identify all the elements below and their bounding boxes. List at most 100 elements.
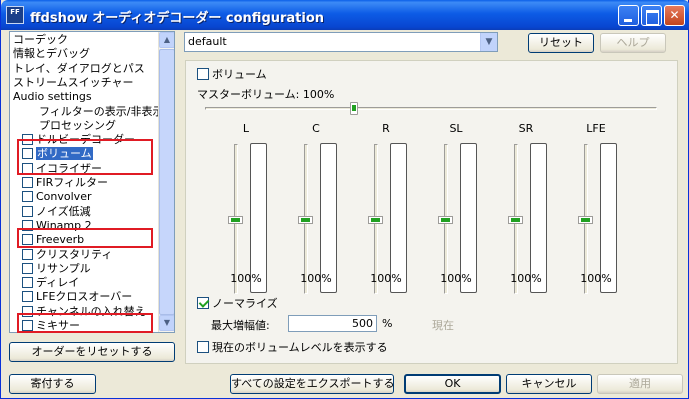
filter-tree[interactable]: コーデック 情報とデバッグ トレイ、ダイアログとパス ストリームスイッチャー Audio…: [9, 31, 175, 333]
channel-percent-c: 100%: [300, 272, 332, 285]
highlight-box-mixer: [17, 313, 153, 333]
tree-item-checkbox[interactable]: [22, 277, 33, 289]
channel-label-lfe: LFE: [586, 122, 606, 135]
tree-item-label: コーデック: [13, 33, 68, 46]
tree-item-checkbox[interactable]: [22, 291, 33, 303]
channel-label-l: L: [242, 122, 250, 135]
tree-item-label: ストリームスイッチャー: [13, 75, 134, 89]
show-level-label: 現在のボリュームレベルを表示する: [212, 341, 388, 354]
channel-percent-sr: 100%: [510, 272, 542, 285]
normalize-label: ノーマライズ: [212, 297, 278, 310]
cancel-button[interactable]: キャンセル: [506, 374, 592, 394]
channel-percent-sl: 100%: [440, 272, 472, 285]
title-bar[interactable]: FF ffdshow オーディオデコーダー configuration ✕: [1, 0, 689, 30]
tree-item-label: リサンプル: [36, 261, 91, 275]
scroll-up-arrow-icon[interactable]: ▲: [159, 32, 174, 48]
tree-item[interactable]: トレイ、ダイアログとパス: [13, 62, 145, 76]
master-volume-slider-thumb[interactable]: [350, 102, 358, 115]
reset-order-button[interactable]: オーダーをリセットする: [9, 342, 175, 362]
scroll-thumb[interactable]: [159, 49, 174, 315]
channel-slider-thumb-c[interactable]: [298, 216, 313, 224]
tree-item[interactable]: FIRフィルター: [22, 176, 108, 190]
scroll-down-arrow-icon[interactable]: ▼: [159, 315, 174, 331]
channel-label-r: R: [382, 122, 390, 135]
tree-item-checkbox[interactable]: [22, 262, 33, 274]
tree-scrollbar[interactable]: ▲ ▼: [158, 32, 174, 332]
preset-dropdown-value: default: [188, 35, 227, 48]
tree-item-label: クリスタリティ: [36, 247, 113, 261]
apply-button[interactable]: 適用: [597, 374, 683, 394]
channel-slider-thumb-lfe[interactable]: [578, 216, 593, 224]
ok-button[interactable]: OK: [404, 374, 501, 394]
tree-item[interactable]: ノイズ低減: [22, 205, 91, 219]
max-amp-input[interactable]: 500: [288, 315, 377, 332]
master-volume-label: マスターボリューム: 100%: [197, 88, 335, 101]
tree-item[interactable]: プロセッシング: [39, 119, 116, 133]
channel-level-meter-lfe: [600, 143, 617, 293]
preset-dropdown[interactable]: default ▼: [184, 32, 498, 52]
ffdshow-app-icon: FF: [6, 6, 24, 24]
tree-item[interactable]: LFEクロスオーバー: [22, 290, 132, 304]
tree-item-label: プロセッシング: [39, 118, 116, 132]
channel-level-meter-c: [320, 143, 337, 293]
minimize-button[interactable]: [618, 5, 639, 26]
channel-slider-thumb-sl[interactable]: [438, 216, 453, 224]
master-volume-track[interactable]: [205, 107, 657, 110]
current-amp-label: 現在: [432, 319, 454, 332]
tree-item-label: トレイ、ダイアログとパス: [13, 61, 145, 75]
channel-percent-lfe: 100%: [580, 272, 612, 285]
tree-item-label: ノイズ低減: [36, 204, 91, 218]
channel-slider-thumb-sr[interactable]: [508, 216, 523, 224]
export-all-settings-button[interactable]: すべての設定をエクスポートする: [230, 374, 394, 394]
tree-item-label: Convolver: [36, 190, 92, 204]
channel-level-meter-r: [390, 143, 407, 293]
channel-percent-l: 100%: [230, 272, 262, 285]
normalize-checkbox-box[interactable]: [197, 297, 209, 309]
tree-item[interactable]: Audio settings: [13, 90, 92, 104]
help-button[interactable]: ヘルプ: [600, 33, 666, 53]
channel-label-sr: SR: [518, 122, 534, 135]
normalize-checkbox[interactable]: ノーマライズ: [197, 295, 278, 311]
tree-item[interactable]: ストリームスイッチャー: [13, 76, 134, 90]
channel-level-meter-l: [250, 143, 267, 293]
channel-label-c: C: [312, 122, 320, 135]
show-level-checkbox-box[interactable]: [197, 341, 209, 353]
tree-item[interactable]: 情報とデバッグ: [13, 47, 90, 61]
highlight-box-freeverb: [17, 228, 153, 248]
channel-slider-thumb-r[interactable]: [368, 216, 383, 224]
channel-slider-thumb-l[interactable]: [228, 216, 243, 224]
max-amp-unit: %: [382, 317, 393, 330]
tree-item-checkbox[interactable]: [22, 248, 33, 260]
tree-item-label: LFEクロスオーバー: [36, 290, 133, 304]
chevron-down-icon[interactable]: ▼: [480, 33, 497, 51]
tree-item-label: フィルターの表示/非表示: [39, 104, 164, 118]
tree-item[interactable]: リサンプル: [22, 262, 91, 276]
show-level-checkbox[interactable]: 現在のボリュームレベルを表示する: [197, 339, 388, 355]
config-window: FF ffdshow オーディオデコーダー configuration ✕ コー…: [0, 0, 689, 399]
tree-item[interactable]: フィルターの表示/非表示: [39, 105, 164, 119]
tree-item[interactable]: コーデック: [13, 33, 68, 47]
donate-button[interactable]: 寄付する: [9, 374, 96, 394]
tree-item-label: 情報とデバッグ: [13, 47, 90, 61]
close-button[interactable]: ✕: [664, 5, 685, 26]
channel-level-meter-sr: [530, 143, 547, 293]
tree-item-checkbox[interactable]: [22, 177, 33, 188]
window-title: ffdshow オーディオデコーダー configuration: [30, 11, 325, 26]
channel-level-meter-sl: [460, 143, 477, 293]
tree-item-label: Audio settings: [13, 90, 92, 104]
reset-button[interactable]: リセット: [528, 33, 594, 53]
tree-item[interactable]: Convolver: [22, 190, 91, 204]
tree-item-checkbox[interactable]: [22, 191, 33, 203]
tree-item[interactable]: ディレイ: [22, 276, 79, 290]
tree-item-label: FIRフィルター: [36, 176, 108, 189]
tree-item-checkbox[interactable]: [22, 205, 33, 217]
volume-enable-label: ボリューム: [212, 68, 267, 81]
channel-label-sl: SL: [449, 122, 463, 135]
channel-percent-r: 100%: [370, 272, 402, 285]
tree-item-label: ディレイ: [36, 276, 80, 290]
highlight-box-volume-equalizer: [17, 139, 153, 175]
volume-enable-checkbox[interactable]: ボリューム: [197, 66, 267, 82]
tree-item[interactable]: クリスタリティ: [22, 248, 112, 262]
volume-enable-checkbox-box[interactable]: [197, 68, 209, 80]
maximize-button[interactable]: [641, 5, 662, 26]
